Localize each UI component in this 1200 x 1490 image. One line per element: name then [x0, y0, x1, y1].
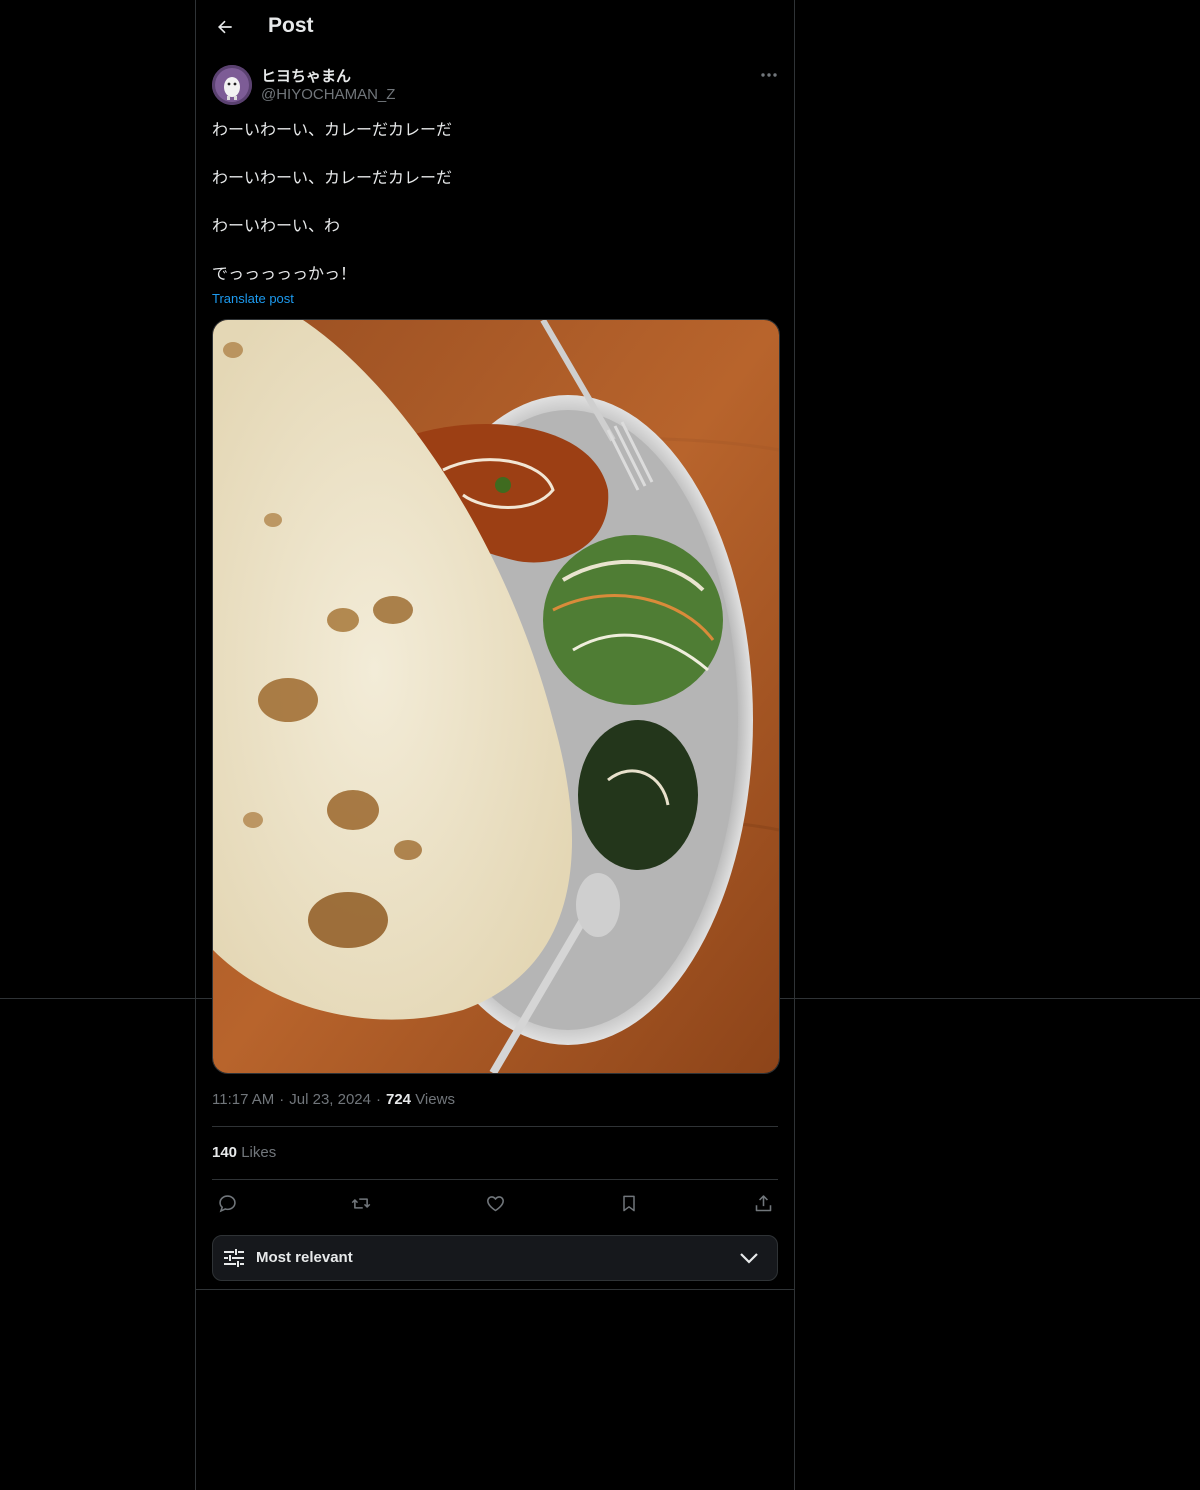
likes-label: Likes: [241, 1144, 277, 1161]
separator: ·: [279, 1091, 285, 1108]
share-icon: [755, 1194, 771, 1211]
sort-replies-dropdown[interactable]: Most relevant: [212, 1235, 778, 1281]
chevron-down-icon: [740, 1253, 758, 1264]
arrow-left-icon: [218, 20, 232, 34]
more-horizontal-icon: [761, 73, 777, 77]
views-count: 724: [386, 1091, 412, 1108]
separator: ·: [376, 1091, 381, 1108]
divider: [212, 1179, 778, 1180]
likes-stat[interactable]: 140 Likes: [212, 1144, 276, 1161]
author-display-name[interactable]: ヒヨちゃまん: [261, 65, 351, 86]
post-column: Post ヒヨちゃまん @HIYOCHAMAN_Z わーいわーい、カレーだカレー…: [195, 0, 795, 1490]
repost-icon: [351, 1197, 371, 1209]
section-divider: [196, 1289, 794, 1290]
like-icon: [486, 1195, 504, 1211]
post-line: でっっっっっかっ！: [212, 266, 357, 283]
repost-button[interactable]: [348, 1190, 374, 1216]
post-line: わーいわーい、カレーだカレーだ: [212, 170, 453, 187]
post-line: わーいわーい、カレーだカレーだ: [212, 122, 453, 139]
translate-post-link[interactable]: Translate post: [212, 291, 294, 306]
post-image[interactable]: [212, 319, 780, 1074]
sliders-icon: [224, 1249, 244, 1267]
divider: [212, 1126, 778, 1127]
page-title: Post: [268, 14, 314, 37]
post-line: わーいわーい、わ: [212, 218, 341, 235]
reply-button[interactable]: [214, 1190, 240, 1216]
page-header: Post: [196, 0, 794, 54]
likes-count: 140: [212, 1144, 238, 1161]
bookmark-button[interactable]: [616, 1190, 642, 1216]
author-handle[interactable]: @HIYOCHAMAN_Z: [261, 86, 395, 103]
sort-label: Most relevant: [256, 1249, 353, 1266]
back-button[interactable]: [208, 10, 242, 44]
views-label: Views: [415, 1091, 455, 1108]
like-button[interactable]: [482, 1190, 508, 1216]
post-metadata: 11:17 AM · Jul 23, 2024 · 724 Views: [212, 1091, 455, 1108]
reply-icon: [218, 1194, 236, 1212]
more-options-button[interactable]: [756, 64, 782, 86]
post-time[interactable]: 11:17 AM: [212, 1091, 274, 1108]
avatar[interactable]: [212, 65, 252, 105]
post-date[interactable]: Jul 23, 2024: [289, 1091, 371, 1108]
share-button[interactable]: [750, 1190, 776, 1216]
action-bar: [212, 1188, 778, 1218]
bookmark-icon: [623, 1195, 635, 1211]
post-text: わーいわーい、カレーだカレーだ わーいわーい、カレーだカレーだ わーいわーい、わ…: [212, 119, 778, 287]
